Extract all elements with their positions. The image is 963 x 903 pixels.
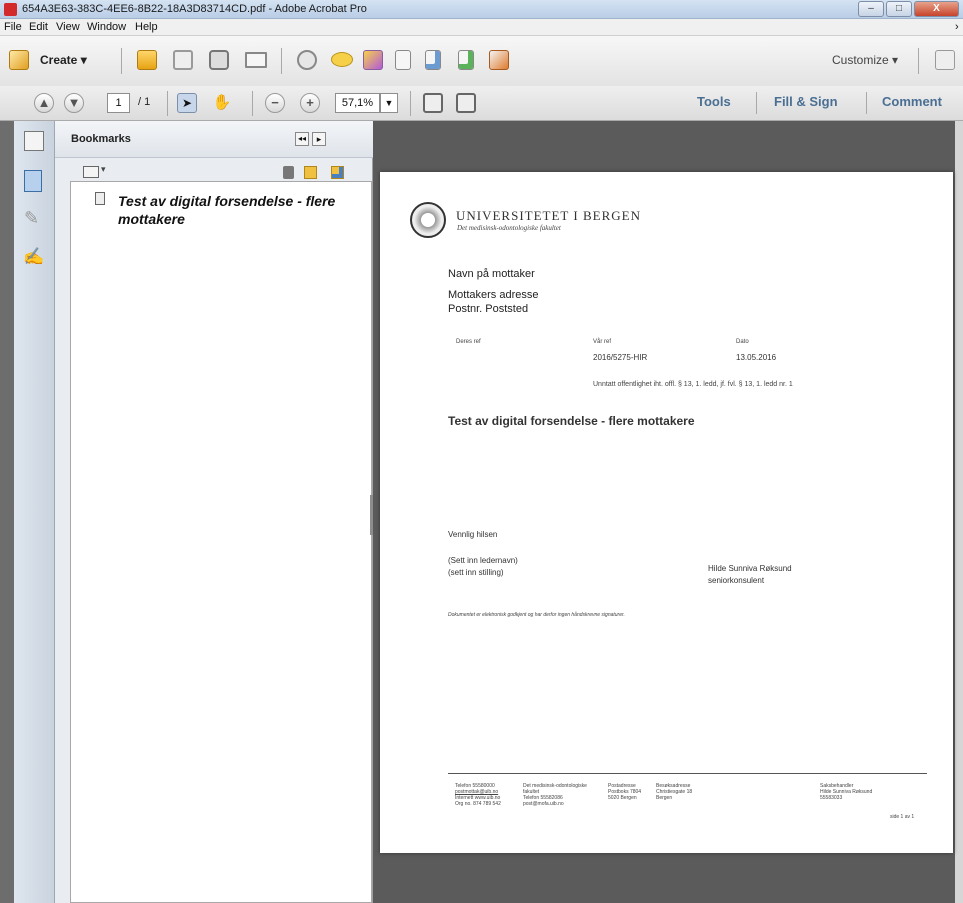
settings-icon[interactable]	[297, 50, 317, 70]
bookmark-from-selection-icon[interactable]	[331, 166, 344, 179]
footer-text: 5020 Bergen	[608, 795, 637, 801]
select-cursor-icon[interactable]: ➤	[177, 93, 197, 113]
create-icon[interactable]	[9, 50, 29, 70]
university-name: UNIVERSITETET I BERGEN	[456, 208, 641, 223]
panel-splitter[interactable]	[370, 495, 373, 535]
menu-bar: File Edit View Window Help ›	[0, 19, 963, 36]
expand-icon[interactable]	[935, 50, 955, 70]
menu-view[interactable]: View	[56, 21, 80, 33]
hand-tool-icon[interactable]: ✋	[212, 93, 232, 113]
tab-comment[interactable]: Comment	[882, 94, 942, 109]
recipient-name: Navn på mottaker	[448, 268, 535, 280]
previous-page-icon[interactable]: ▲	[34, 93, 54, 113]
footer-rule	[448, 773, 927, 774]
bookmark-item[interactable]: Test av digital forsendelse - flere mott…	[118, 192, 358, 228]
email-icon[interactable]	[245, 52, 267, 68]
customize-button[interactable]: Customize ▾	[832, 53, 898, 67]
bookmark-options-icon[interactable]	[83, 166, 99, 178]
menu-overflow-icon[interactable]: ›	[955, 21, 959, 33]
delete-bookmark-icon[interactable]	[283, 166, 294, 179]
vertical-scrollbar[interactable]	[955, 121, 963, 903]
window-title: 654A3E63-383C-4EE6-8B22-18A3D83714CD.pdf…	[22, 3, 367, 15]
bookmark-icon	[95, 192, 105, 205]
our-ref-value: 2016/5275-HIR	[593, 353, 648, 362]
pages-icon[interactable]	[24, 131, 44, 151]
date-value: 13.05.2016	[736, 353, 777, 362]
create-label: Create	[40, 53, 78, 67]
footer-column-4: Besøksadresse Christiesgate 18 Bergen	[656, 783, 692, 801]
expand-panel-icon[interactable]: ▸	[312, 132, 326, 146]
fit-page-icon[interactable]	[423, 93, 443, 113]
open-folder-icon[interactable]	[137, 50, 157, 70]
navigation-pane-strip	[14, 121, 55, 903]
page-total: / 1	[138, 96, 151, 108]
sender-name: Hilde Sunniva Røksund	[708, 564, 792, 573]
comment-icon[interactable]	[331, 52, 353, 67]
footer-text: 55583033	[820, 795, 843, 801]
footer-text: post@mofa.uib.no	[523, 801, 564, 807]
bookmarks-header: Bookmarks ◂◂ ▸	[55, 121, 373, 158]
footer-column-5: Saksbehandler Hilde Sunniva Røksund 5558…	[820, 783, 872, 801]
tab-fill-sign[interactable]: Fill & Sign	[774, 94, 838, 109]
signatures-icon[interactable]: ✍	[23, 247, 44, 267]
menu-window[interactable]: Window	[87, 21, 126, 33]
fit-width-icon[interactable]	[456, 93, 476, 113]
leader-name: (Sett inn ledernavn)	[448, 556, 518, 565]
zoom-dropdown-icon[interactable]: ▼	[380, 93, 398, 113]
university-seal	[410, 202, 446, 238]
maximize-button[interactable]: □	[886, 1, 912, 17]
chevron-down-icon: ▾	[80, 53, 87, 67]
page-counter: side 1 av 1	[890, 814, 915, 820]
bookmarks-title: Bookmarks	[71, 133, 131, 145]
leader-title: (sett inn stilling)	[448, 568, 504, 577]
chevron-down-icon: ▾	[892, 53, 899, 67]
next-page-icon[interactable]: ▼	[64, 93, 84, 113]
tab-tools[interactable]: Tools	[697, 94, 731, 109]
recipient-postal: Postnr. Poststed	[448, 303, 529, 315]
menu-file[interactable]: File	[4, 21, 22, 33]
close-button[interactable]: X	[914, 1, 959, 17]
menu-edit[interactable]: Edit	[29, 21, 48, 33]
document-export-icon[interactable]	[458, 50, 474, 70]
create-button[interactable]: Create ▾	[40, 53, 87, 67]
footer-text: Org no. 874 789 542	[455, 801, 501, 807]
acrobat-icon	[4, 3, 17, 16]
footer-column-2: Det medisinsk-odontologiske fakultet Tel…	[523, 783, 587, 807]
new-bookmark-icon[interactable]	[304, 166, 317, 179]
your-ref-label: Deres ref	[456, 339, 481, 345]
main-toolbar: Create ▾ Customize ▾	[0, 36, 963, 86]
exemption-note: Unntatt offentlighet iht. offl. § 13, 1.…	[593, 381, 793, 388]
attachments-icon[interactable]: ✎	[24, 208, 39, 229]
letter-subject: Test av digital forsendelse - flere mott…	[448, 414, 695, 428]
footer-text: Bergen	[656, 795, 673, 801]
zoom-out-icon[interactable]: −	[265, 93, 285, 113]
menu-help[interactable]: Help	[135, 21, 158, 33]
document-search-icon[interactable]	[425, 50, 441, 70]
bookmarks-icon[interactable]	[24, 170, 42, 192]
document-icon[interactable]	[395, 50, 411, 70]
greeting: Vennlig hilsen	[448, 530, 498, 539]
footer-column-3: Postadresse Postboks 7804 5020 Bergen	[608, 783, 641, 801]
collapse-panel-icon[interactable]: ◂◂	[295, 132, 309, 146]
print-icon[interactable]	[209, 50, 229, 70]
save-icon[interactable]	[173, 50, 193, 70]
electronic-approval-note: Dokumentet er elektronisk godkjent og ha…	[448, 612, 625, 618]
zoom-input[interactable]: 57,1%	[335, 93, 380, 113]
chevron-down-icon[interactable]: ▾	[101, 164, 106, 175]
title-bar: 654A3E63-383C-4EE6-8B22-18A3D83714CD.pdf…	[0, 0, 963, 19]
minimize-button[interactable]: –	[858, 1, 884, 17]
date-label: Dato	[736, 339, 749, 345]
form-edit-icon[interactable]	[489, 50, 509, 70]
our-ref-label: Vår ref	[593, 339, 612, 345]
pdf-page: UNIVERSITETET I BERGEN Det medisinsk-odo…	[380, 172, 953, 853]
sender-title: seniorkonsulent	[708, 576, 765, 585]
zoom-in-icon[interactable]: +	[300, 93, 320, 113]
page-number-input[interactable]: 1	[107, 93, 130, 113]
footer-column-1: Telefon 55580000 postmottak@uib.no Inter…	[455, 783, 501, 807]
recipient-address: Mottakers adresse	[448, 289, 539, 301]
highlight-icon[interactable]	[363, 50, 383, 70]
faculty-name: Det medisinsk-odontologiske fakultet	[457, 224, 561, 232]
customize-label: Customize	[832, 53, 889, 67]
bookmarks-list	[70, 181, 372, 903]
